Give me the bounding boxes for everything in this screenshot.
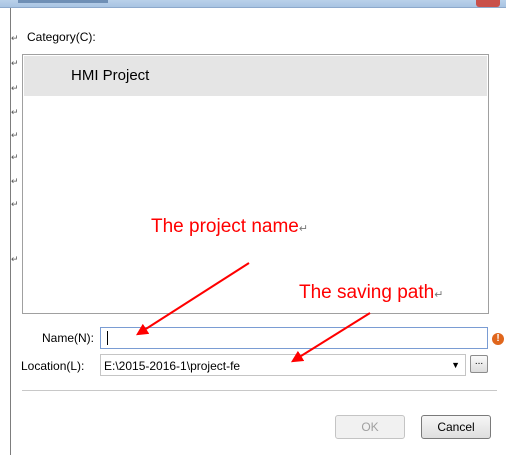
chevron-down-icon[interactable]: ▼	[451, 360, 460, 370]
name-label: Name(N):	[42, 331, 95, 345]
annotation-text: The project name	[151, 216, 299, 237]
category-item-label: HMI Project	[71, 67, 150, 84]
annotation-text: The saving path	[299, 282, 435, 303]
paragraph-mark: ↵	[11, 176, 19, 186]
paragraph-mark: ↵	[11, 58, 19, 68]
annotation-saving-path: The saving path↵	[299, 282, 443, 304]
paragraph-mark: ↵	[11, 107, 19, 117]
paragraph-mark: ↵	[11, 199, 19, 209]
location-combobox[interactable]: E:\2015-2016-1\project-fe ▼	[100, 354, 466, 376]
ok-button[interactable]: OK	[335, 415, 405, 439]
category-label: Category(C):	[27, 30, 96, 44]
location-label: Location(L):	[21, 359, 85, 373]
document-margin-rule	[10, 8, 11, 455]
name-input[interactable]	[100, 327, 488, 349]
paragraph-mark: ↵	[11, 83, 19, 93]
exclamation-icon: !	[492, 333, 504, 345]
text-caret	[107, 331, 108, 345]
browse-button[interactable]: ...	[470, 355, 488, 373]
paragraph-mark: ↵	[434, 289, 444, 301]
window-titlebar[interactable]	[0, 0, 506, 8]
paragraph-mark: ↵	[11, 152, 19, 162]
cancel-button[interactable]: Cancel	[421, 415, 491, 439]
paragraph-mark: ↵	[11, 254, 19, 264]
annotation-project-name: The project name↵	[151, 216, 308, 238]
paragraph-mark: ↵	[11, 33, 19, 43]
category-item-hmi-project[interactable]: HMI Project	[24, 56, 487, 96]
divider	[22, 390, 497, 391]
paragraph-mark: ↵	[11, 130, 19, 140]
category-list[interactable]: HMI Project	[22, 54, 489, 314]
titlebar-accent	[18, 0, 108, 3]
paragraph-mark: ↵	[298, 223, 309, 235]
close-button[interactable]	[476, 0, 500, 7]
location-value: E:\2015-2016-1\project-fe	[104, 359, 241, 373]
